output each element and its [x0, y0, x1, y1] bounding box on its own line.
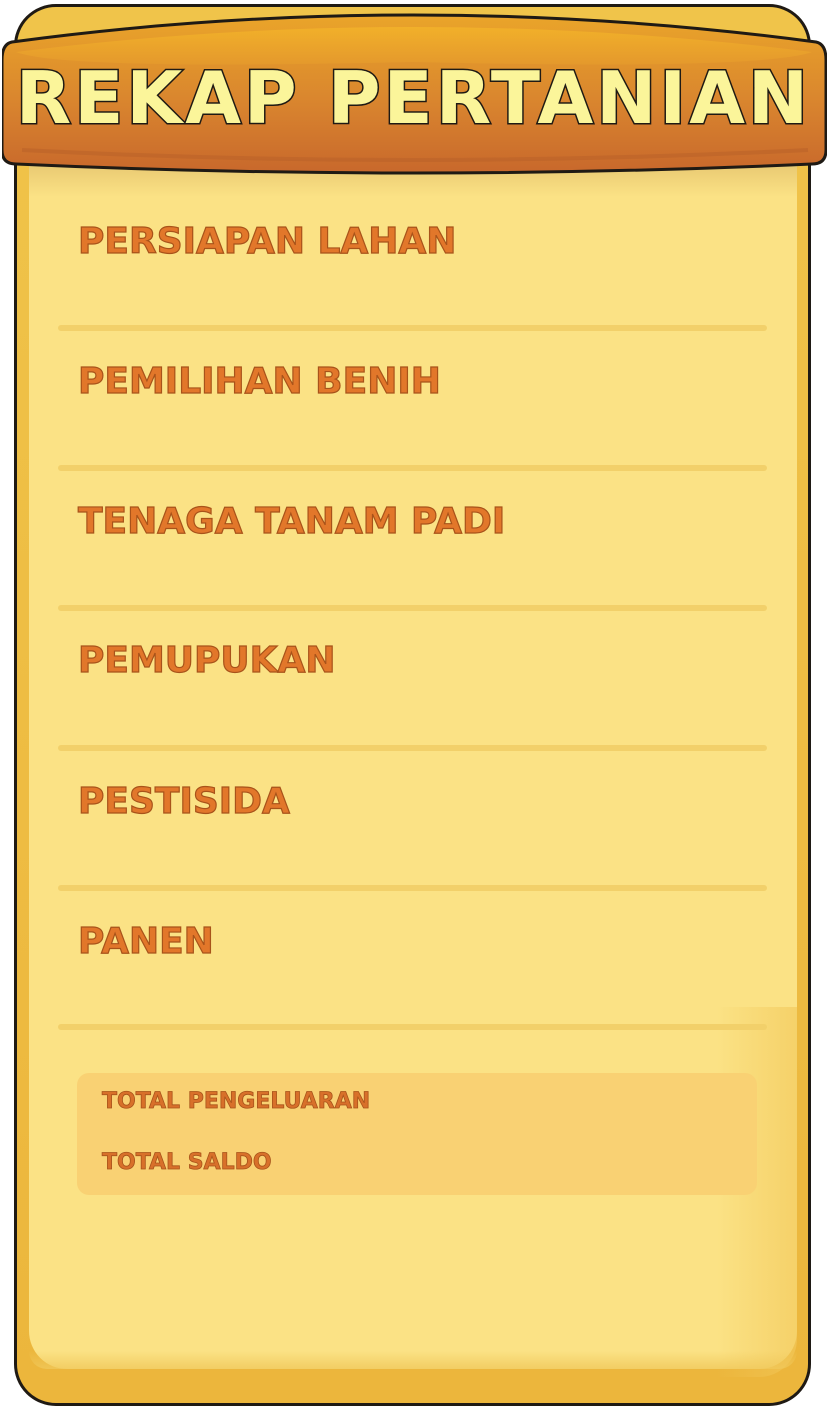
- row-label-harvest: PANEN: [77, 920, 214, 962]
- row-label-land-preparation: PERSIAPAN LAHAN: [77, 220, 457, 262]
- row-divider: [58, 605, 767, 611]
- row-divider: [58, 465, 767, 471]
- row-label-seed-selection: PEMILIHAN BENIH: [77, 360, 441, 402]
- row-divider: [58, 745, 767, 751]
- row-label-planting-labor: TENAGA TANAM PADI: [77, 500, 506, 542]
- total-expense-label: TOTAL PENGELUARAN: [102, 1089, 371, 1115]
- total-balance-label: TOTAL SALDO: [102, 1150, 272, 1176]
- row-divider: [58, 1024, 767, 1030]
- row-label-fertilizing: PEMUPUKAN: [77, 639, 336, 681]
- panel-bottom-shade: [29, 1351, 797, 1369]
- totals-box: TOTAL PENGELUARAN TOTAL SALDO: [77, 1073, 757, 1195]
- row-label-pesticide: PESTISIDA: [77, 780, 290, 822]
- recap-card: [14, 4, 811, 1406]
- row-divider: [58, 885, 767, 891]
- page-title: REKAP PERTANIAN: [14, 56, 812, 140]
- row-divider: [58, 325, 767, 331]
